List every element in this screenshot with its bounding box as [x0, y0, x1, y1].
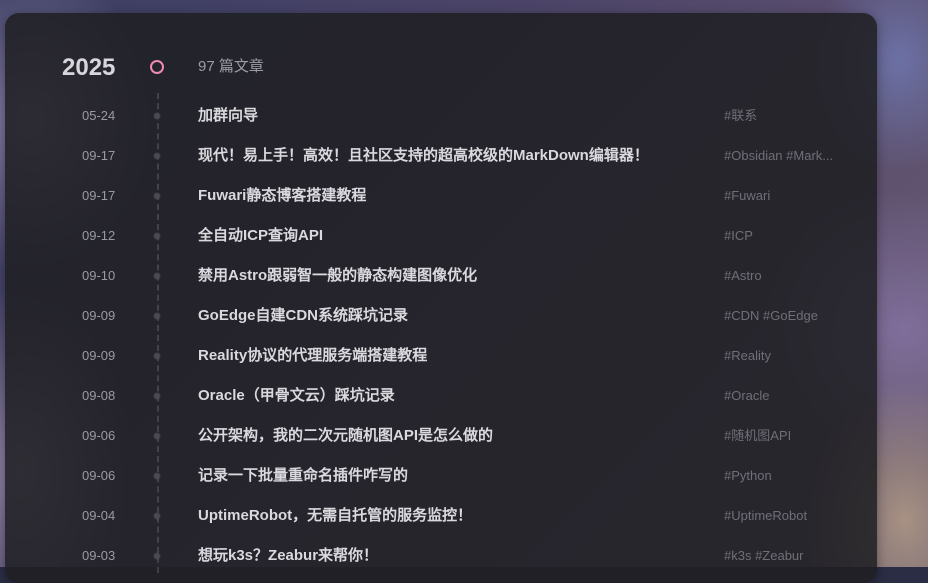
timeline-dot-icon — [154, 353, 160, 359]
archive-card: 2025 97 篇文章 05-24 加群向导 #联系 09-17 现代！易上手！… — [5, 13, 877, 583]
post-date: 09-03 — [82, 548, 116, 563]
post-date: 09-12 — [82, 228, 116, 243]
post-row[interactable]: 09-06 公开架构，我的二次元随机图API是怎么做的 #随机图API — [5, 416, 877, 456]
post-tags[interactable]: #CDN #GoEdge — [724, 296, 849, 336]
timeline-dot-icon — [154, 433, 160, 439]
year-header: 2025 97 篇文章 — [5, 53, 877, 83]
post-date: 09-10 — [82, 268, 116, 283]
post-title[interactable]: Reality协议的代理服务端搭建教程 — [198, 336, 698, 376]
post-title[interactable]: GoEdge自建CDN系统踩坑记录 — [198, 296, 698, 336]
post-tags[interactable]: #ICP — [724, 216, 849, 256]
post-row[interactable]: 09-03 想玩k3s？Zeabur来帮你！ #k3s #Zeabur — [5, 536, 877, 576]
timeline-dot-icon — [154, 153, 160, 159]
post-tags[interactable]: #Fuwari — [724, 176, 849, 216]
post-title[interactable]: 全自动ICP查询API — [198, 216, 698, 256]
post-title[interactable]: Fuwari静态博客搭建教程 — [198, 176, 698, 216]
post-row[interactable]: 05-24 加群向导 #联系 — [5, 96, 877, 136]
post-row[interactable]: 09-08 Oracle（甲骨文云）踩坑记录 #Oracle — [5, 376, 877, 416]
post-tags[interactable]: #Obsidian #Mark... — [724, 136, 849, 176]
post-title[interactable]: 禁用Astro跟弱智一般的静态构建图像优化 — [198, 256, 698, 296]
post-tags[interactable]: #随机图API — [724, 416, 849, 456]
post-date: 09-17 — [82, 148, 116, 163]
post-date: 09-06 — [82, 428, 116, 443]
post-title[interactable]: 公开架构，我的二次元随机图API是怎么做的 — [198, 416, 698, 456]
post-date: 09-04 — [82, 508, 116, 523]
post-count: 97 篇文章 — [198, 58, 264, 75]
post-date: 09-17 — [82, 188, 116, 203]
timeline-dot-icon — [154, 193, 160, 199]
post-date: 09-06 — [82, 468, 116, 483]
post-tags[interactable]: #联系 — [724, 96, 849, 136]
post-row[interactable]: 09-17 现代！易上手！高效！且社区支持的超高校级的MarkDown编辑器！ … — [5, 136, 877, 176]
post-row[interactable]: 09-10 禁用Astro跟弱智一般的静态构建图像优化 #Astro — [5, 256, 877, 296]
timeline-dot-icon — [154, 233, 160, 239]
post-title[interactable]: 记录一下批量重命名插件咋写的 — [198, 456, 698, 496]
post-tags[interactable]: #UptimeRobot — [724, 496, 849, 536]
post-tags[interactable]: #Astro — [724, 256, 849, 296]
post-title[interactable]: UptimeRobot，无需自托管的服务监控！ — [198, 496, 698, 536]
post-row[interactable]: 09-04 UptimeRobot，无需自托管的服务监控！ #UptimeRob… — [5, 496, 877, 536]
post-title[interactable]: 想玩k3s？Zeabur来帮你！ — [198, 536, 698, 576]
timeline-dot-icon — [154, 513, 160, 519]
year-marker-icon — [150, 60, 164, 74]
timeline-dot-icon — [154, 553, 160, 559]
timeline-dot-icon — [154, 273, 160, 279]
post-tags[interactable]: #Python — [724, 456, 849, 496]
post-row[interactable]: 09-09 Reality协议的代理服务端搭建教程 #Reality — [5, 336, 877, 376]
post-tags[interactable]: #Oracle — [724, 376, 849, 416]
post-title[interactable]: 现代！易上手！高效！且社区支持的超高校级的MarkDown编辑器！ — [198, 136, 698, 176]
post-date: 09-09 — [82, 308, 116, 323]
post-title[interactable]: 加群向导 — [198, 96, 698, 136]
timeline-dot-icon — [154, 313, 160, 319]
timeline-dot-icon — [154, 113, 160, 119]
post-date: 09-08 — [82, 388, 116, 403]
post-row[interactable]: 09-06 记录一下批量重命名插件咋写的 #Python — [5, 456, 877, 496]
post-row[interactable]: 09-09 GoEdge自建CDN系统踩坑记录 #CDN #GoEdge — [5, 296, 877, 336]
timeline-dot-icon — [154, 473, 160, 479]
timeline-dot-icon — [154, 393, 160, 399]
year-label: 2025 — [62, 54, 116, 81]
post-tags[interactable]: #Reality — [724, 336, 849, 376]
post-tags[interactable]: #k3s #Zeabur — [724, 536, 849, 576]
post-row[interactable]: 09-12 全自动ICP查询API #ICP — [5, 216, 877, 256]
post-date: 09-09 — [82, 348, 116, 363]
post-row[interactable]: 09-17 Fuwari静态博客搭建教程 #Fuwari — [5, 176, 877, 216]
post-date: 05-24 — [82, 108, 116, 123]
post-title[interactable]: Oracle（甲骨文云）踩坑记录 — [198, 376, 698, 416]
